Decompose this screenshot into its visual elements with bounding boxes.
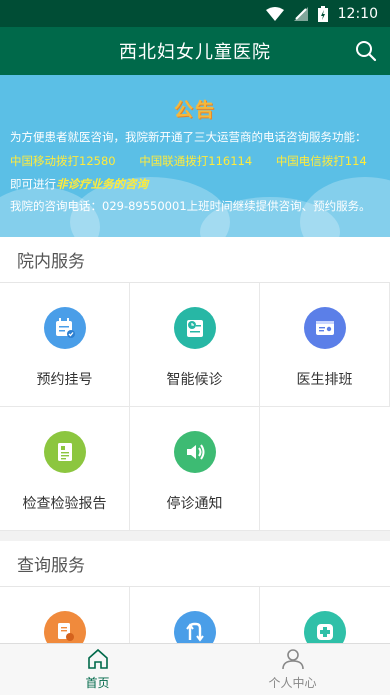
carrier-unicom: 中国联通拨打116114 [139,154,253,168]
bottom-tab-bar: 首页 个人中心 [0,643,390,695]
notice-text: 即可进行 [10,177,56,191]
service-suspension-notice[interactable]: 停诊通知 [130,407,260,531]
service-appointment[interactable]: 预约挂号 [0,283,130,407]
inhouse-services-grid: 预约挂号 智能候诊 医生排班 检查检验报告 停诊通知 [0,283,390,531]
notice-banner[interactable]: 公告 为方便患者就医咨询，我院新开通了三大运营商的电话咨询服务功能： 中国移动拨… [0,75,390,237]
notice-line: 为方便患者就医咨询，我院新开通了三大运营商的电话咨询服务功能： [10,130,367,144]
section-title-query: 查询服务 [0,541,390,587]
battery-icon [317,5,328,22]
tab-label: 首页 [85,676,110,690]
tab-profile[interactable]: 个人中心 [195,644,390,695]
clock-clipboard-icon [173,307,216,349]
service-empty [260,407,390,531]
document-search-icon [43,611,86,643]
notice-carriers: 中国移动拨打12580 中国联通拨打116114 中国电信拨打114 [10,153,387,169]
query-services-grid [0,587,390,643]
query-service-1[interactable] [0,587,130,643]
carrier-telecom: 中国电信拨打114 [275,154,367,168]
carrier-mobile: 中国移动拨打12580 [10,154,116,168]
medical-cross-icon [304,611,346,643]
query-service-2[interactable] [130,587,260,643]
transfer-icon [173,611,216,643]
page-title: 西北妇女儿童医院 [119,42,271,63]
status-time: 12:10 [337,5,378,22]
wifi-icon [265,6,284,21]
query-service-3[interactable] [260,587,390,643]
notice-line: 即可进行非诊疗业务的咨询 [10,176,148,192]
home-icon [87,648,108,669]
report-icon [43,431,86,473]
status-bar: 12:10 [0,0,390,27]
service-label: 检查检验报告 [22,496,107,512]
service-label: 智能候诊 [166,372,223,388]
service-exam-report[interactable]: 检查检验报告 [0,407,130,531]
service-smart-waiting[interactable]: 智能候诊 [130,283,260,407]
signal-icon [293,6,308,21]
speaker-icon [173,431,216,473]
service-label: 停诊通知 [166,496,223,512]
notice-line: 我院的咨询电话：029-89550001上班时间继续提供咨询、预约服务。 [10,199,371,213]
notice-title: 公告 [173,99,216,121]
calendar-icon [43,307,86,349]
app-header: 西北妇女儿童医院 [0,27,390,75]
notice-emphasis: 非诊疗业务的咨询 [56,177,148,191]
service-label: 医生排班 [296,372,353,388]
tab-label: 个人中心 [268,676,317,690]
service-label: 预约挂号 [36,372,93,388]
section-title-inhouse: 院内服务 [0,237,390,283]
id-card-icon [303,307,346,349]
tab-home[interactable]: 首页 [0,644,195,695]
service-doctor-schedule[interactable]: 医生排班 [260,283,390,407]
person-icon [281,649,304,670]
search-icon[interactable] [354,39,378,63]
